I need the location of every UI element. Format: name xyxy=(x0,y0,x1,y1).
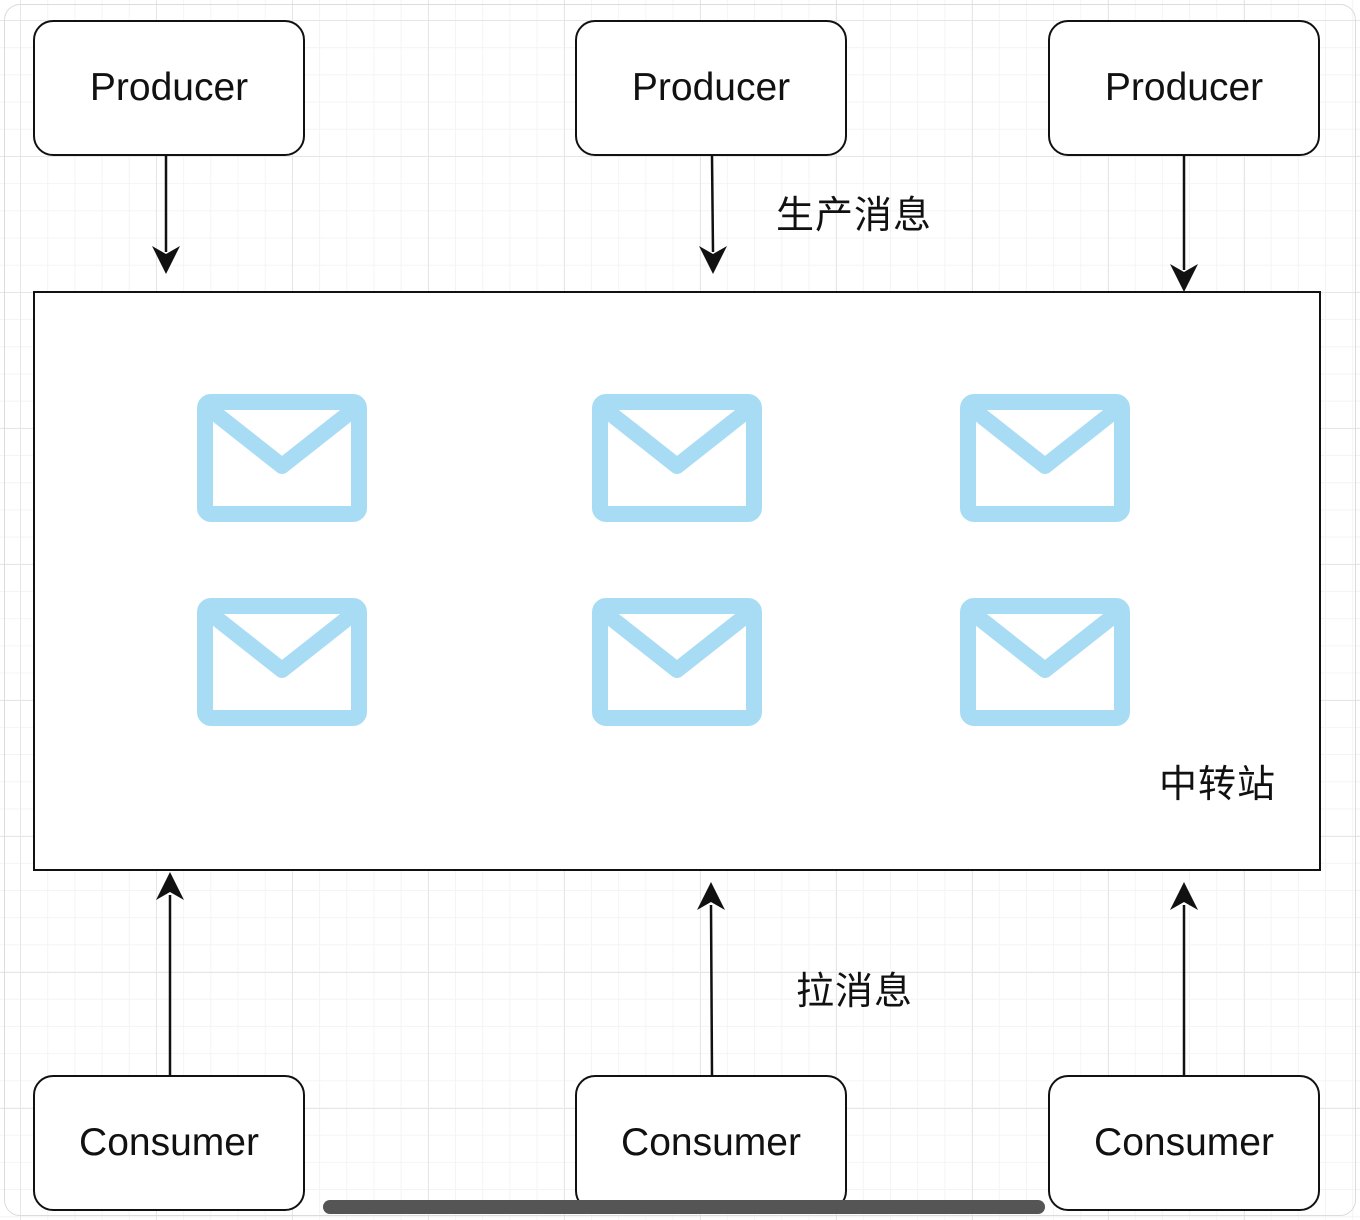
produce-edge-label: 生产消息 xyxy=(776,195,933,237)
diagram-canvas: Producer Producer Producer 中转站 生产消息 拉消息 … xyxy=(0,0,1360,1220)
edges-layer xyxy=(152,155,1198,1076)
consumer-label: Consumer xyxy=(79,1121,259,1164)
pull-edge-label: 拉消息 xyxy=(796,971,914,1013)
pull-edge-2 xyxy=(709,904,714,1076)
consumer-node-3[interactable]: Consumer xyxy=(1048,1075,1320,1211)
consumer-label: Consumer xyxy=(621,1121,801,1164)
consumer-label: Consumer xyxy=(1094,1121,1274,1164)
horizontal-scrollbar[interactable] xyxy=(323,1200,1045,1214)
consumer-node-1[interactable]: Consumer xyxy=(33,1075,305,1211)
consumer-node-2[interactable]: Consumer xyxy=(575,1075,847,1211)
produce-edge-2 xyxy=(710,155,715,253)
